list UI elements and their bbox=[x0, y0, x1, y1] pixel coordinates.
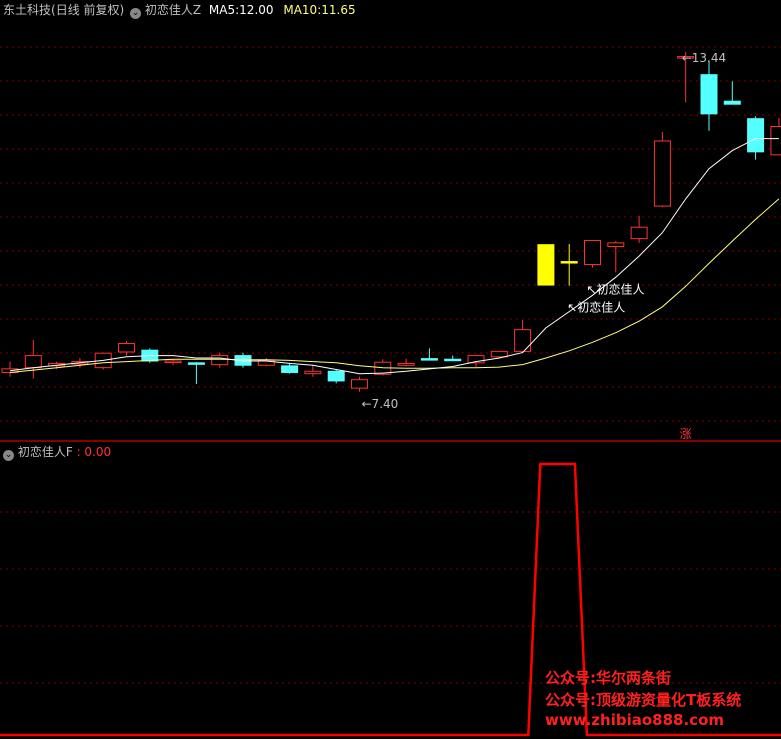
candle-body bbox=[351, 379, 368, 389]
candle-body bbox=[118, 343, 135, 353]
chart-canvas: ←13.44 ←7.40 ↖初恋佳人 ↖初恋佳人涨 bbox=[0, 46, 781, 737]
lower-header: ⌄ 初恋佳人F : 0.00 bbox=[3, 443, 111, 461]
period-label[interactable]: (日线 前复权) bbox=[51, 3, 124, 17]
candle[interactable] bbox=[747, 116, 765, 160]
candle[interactable] bbox=[420, 348, 438, 361]
candle[interactable] bbox=[514, 320, 532, 354]
candle-body bbox=[304, 370, 322, 375]
candle-body bbox=[653, 140, 671, 207]
candle[interactable] bbox=[560, 244, 578, 286]
candle-body bbox=[327, 370, 345, 382]
candle[interactable] bbox=[1, 361, 19, 377]
signal-label-a: ↖初恋佳人 bbox=[587, 282, 645, 297]
candle[interactable] bbox=[257, 358, 275, 367]
chevron-down-icon[interactable]: ⌄ bbox=[3, 450, 14, 461]
candle-body bbox=[770, 126, 781, 156]
candle[interactable] bbox=[24, 339, 42, 379]
ma5-label: MA5: bbox=[208, 3, 240, 17]
candle-body bbox=[723, 100, 741, 105]
stock-name[interactable]: 东土科技 bbox=[3, 3, 51, 17]
candle[interactable] bbox=[723, 81, 741, 105]
high-label: ←13.44 bbox=[682, 51, 726, 65]
candle-body bbox=[24, 355, 42, 369]
candles[interactable] bbox=[1, 51, 781, 392]
candle-body bbox=[444, 358, 462, 362]
candle-body bbox=[187, 362, 205, 365]
watermark-line1: 公众号:华尔两条街 bbox=[545, 669, 671, 687]
candle-body bbox=[397, 362, 415, 366]
ma10-value: 11.65 bbox=[321, 3, 356, 17]
candle-body bbox=[700, 74, 718, 115]
watermark-line2: 公众号:顶级游资量化T板系统 bbox=[545, 691, 742, 709]
candle-body bbox=[560, 261, 578, 264]
candle-body bbox=[537, 244, 555, 286]
candle-body bbox=[607, 242, 625, 247]
candle[interactable] bbox=[700, 60, 718, 131]
candle[interactable] bbox=[584, 239, 601, 268]
candle[interactable] bbox=[351, 376, 368, 392]
candle[interactable] bbox=[211, 352, 229, 368]
lower-indicator-name[interactable]: 初恋佳人F bbox=[18, 445, 73, 459]
candle[interactable] bbox=[537, 244, 555, 286]
indicator-name[interactable]: 初恋佳人Z bbox=[145, 3, 201, 17]
candle[interactable] bbox=[607, 241, 625, 273]
candle-body bbox=[747, 118, 765, 153]
candle-body bbox=[281, 365, 299, 373]
candle[interactable] bbox=[490, 350, 508, 359]
candle[interactable] bbox=[281, 362, 299, 374]
candle-body bbox=[630, 226, 648, 240]
limit-up-label: 涨 bbox=[680, 426, 692, 441]
lower-indicator-value: : 0.00 bbox=[76, 445, 112, 459]
chart-header: 东土科技(日线 前复权) ⌄ 初恋佳人Z MA5:12.00 MA10:11.6… bbox=[3, 1, 356, 19]
low-label: ←7.40 bbox=[362, 397, 399, 411]
candle-body bbox=[490, 350, 508, 358]
candle-body bbox=[584, 239, 601, 266]
candle[interactable] bbox=[770, 118, 781, 156]
ma5-value: 12.00 bbox=[239, 3, 274, 17]
chevron-down-icon[interactable]: ⌄ bbox=[130, 8, 142, 19]
candle-body bbox=[164, 360, 182, 364]
candle[interactable] bbox=[630, 215, 648, 243]
candle[interactable] bbox=[653, 131, 671, 208]
ma10-label: MA10: bbox=[283, 3, 322, 17]
candle[interactable] bbox=[187, 362, 205, 384]
candle[interactable] bbox=[327, 370, 345, 384]
signal-label-b: ↖初恋佳人 bbox=[567, 300, 625, 315]
candle[interactable] bbox=[164, 359, 182, 366]
candle-body bbox=[514, 329, 532, 352]
candle[interactable] bbox=[397, 358, 415, 367]
watermark-line3: www.zhibiao888.com bbox=[545, 711, 725, 729]
candle[interactable] bbox=[444, 355, 462, 362]
candle-body bbox=[211, 355, 229, 366]
candle-body bbox=[420, 358, 438, 361]
